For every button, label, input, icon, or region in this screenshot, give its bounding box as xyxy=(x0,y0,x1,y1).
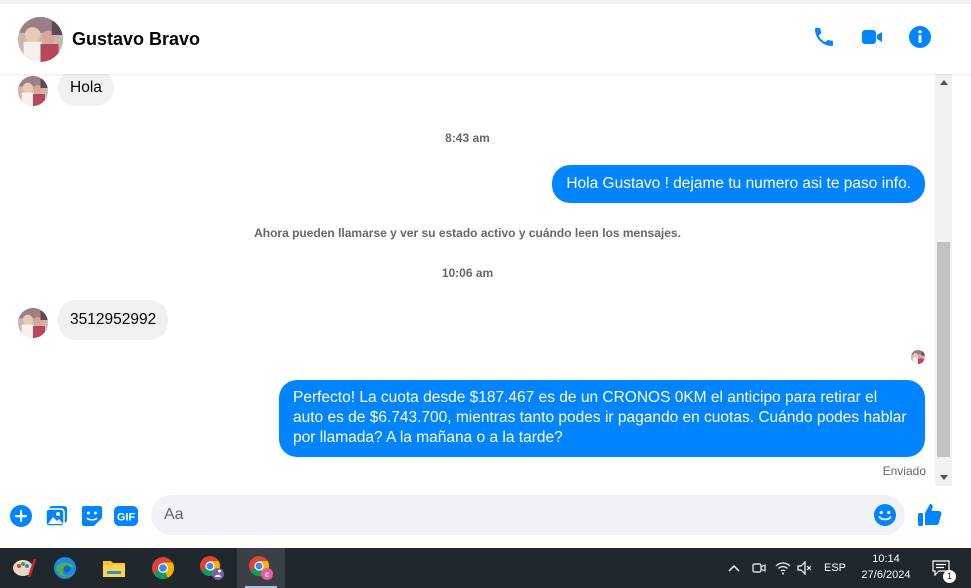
video-camera-icon xyxy=(862,30,882,44)
show-hidden-icons-button[interactable] xyxy=(722,548,746,588)
taskbar-app-chrome[interactable] xyxy=(139,548,187,588)
contact-avatar[interactable] xyxy=(18,17,63,62)
scrollbar[interactable] xyxy=(935,74,952,486)
outgoing-message[interactable]: Hola Gustavo ! dejame tu numero asi te p… xyxy=(552,165,925,203)
notification-count-badge: 1 xyxy=(943,570,956,583)
plus-circle-icon xyxy=(10,505,32,527)
incoming-message[interactable]: 3512952992 xyxy=(58,300,169,340)
wifi-icon xyxy=(775,562,791,575)
notifications-button[interactable]: 1 xyxy=(926,548,956,588)
chevron-up-icon xyxy=(728,565,740,572)
send-like-button[interactable] xyxy=(917,501,943,529)
gif-icon: GIF xyxy=(114,506,138,526)
emoji-icon xyxy=(874,504,896,526)
scroll-down-arrow[interactable] xyxy=(935,469,952,486)
info-icon xyxy=(909,26,931,48)
seen-avatar xyxy=(911,350,925,364)
clock-time: 10:14 xyxy=(872,553,900,565)
gif-label: GIF xyxy=(117,512,136,524)
message-input-container[interactable] xyxy=(151,495,905,535)
timestamp: 10:06 am xyxy=(441,266,494,280)
phone-call-button[interactable] xyxy=(811,24,837,50)
system-notice: Ahora pueden llamarse y ver su estado ac… xyxy=(254,226,681,240)
taskbar-app-chrome-profile-c[interactable]: c xyxy=(237,548,285,588)
chrome-profile-icon xyxy=(200,556,224,580)
outgoing-message[interactable]: Perfecto! La cuota desde $187.467 es de … xyxy=(279,380,925,457)
phone-icon xyxy=(815,28,833,46)
timestamp: 8:43 am xyxy=(445,131,490,145)
attach-image-button[interactable] xyxy=(45,504,69,528)
more-actions-button[interactable] xyxy=(9,504,33,528)
taskbar-app-file-explorer[interactable] xyxy=(90,548,138,588)
language-indicator[interactable]: ESP xyxy=(820,548,850,588)
sticker-button[interactable] xyxy=(80,504,104,528)
incoming-message[interactable]: Hola xyxy=(58,74,114,106)
volume-button[interactable] xyxy=(794,548,816,588)
scroll-up-arrow[interactable] xyxy=(935,74,952,91)
contact-avatar-small[interactable] xyxy=(18,308,48,338)
windows-taskbar: c ESP 10:14 27/6/2024 1 xyxy=(0,548,971,588)
sticker-icon xyxy=(82,506,102,526)
message-input[interactable] xyxy=(164,495,864,535)
taskbar-app-edge[interactable] xyxy=(41,548,89,588)
emoji-button[interactable] xyxy=(873,503,897,527)
network-button[interactable] xyxy=(772,548,794,588)
gif-button[interactable]: GIF xyxy=(114,504,138,528)
chrome-icon xyxy=(152,557,174,579)
scrollbar-thumb[interactable] xyxy=(937,242,950,457)
camera-tray-icon xyxy=(752,563,766,573)
file-explorer-icon xyxy=(103,561,125,577)
edge-icon xyxy=(54,557,76,579)
contact-avatar-small[interactable] xyxy=(18,76,48,106)
meet-now-button[interactable] xyxy=(748,548,770,588)
window-edge xyxy=(952,74,971,486)
video-call-button[interactable] xyxy=(859,24,885,50)
message-composer: GIF xyxy=(0,486,971,548)
header-actions xyxy=(811,24,933,50)
system-clock[interactable]: 10:14 27/6/2024 xyxy=(850,551,922,583)
contact-name[interactable]: Gustavo Bravo xyxy=(72,29,200,50)
taskbar-app-chrome-profile[interactable] xyxy=(188,548,236,588)
image-icon xyxy=(46,506,67,527)
speaker-muted-icon xyxy=(797,561,812,575)
chat-header: Gustavo Bravo xyxy=(0,0,971,74)
conversation-info-button[interactable] xyxy=(907,24,933,50)
message-list[interactable]: Hola 8:43 am Hola Gustavo ! dejame tu nu… xyxy=(0,74,935,486)
messenger-window: Gustavo Bravo Hola 8:43 am Hola Gustavo … xyxy=(0,0,971,588)
clock-date: 27/6/2024 xyxy=(861,569,911,581)
svg-text:c: c xyxy=(265,570,270,579)
thumbs-up-icon xyxy=(918,504,942,526)
delivery-status: Enviado xyxy=(882,464,926,478)
paint-icon xyxy=(13,558,37,578)
chrome-profile-c-icon: c xyxy=(249,556,273,580)
